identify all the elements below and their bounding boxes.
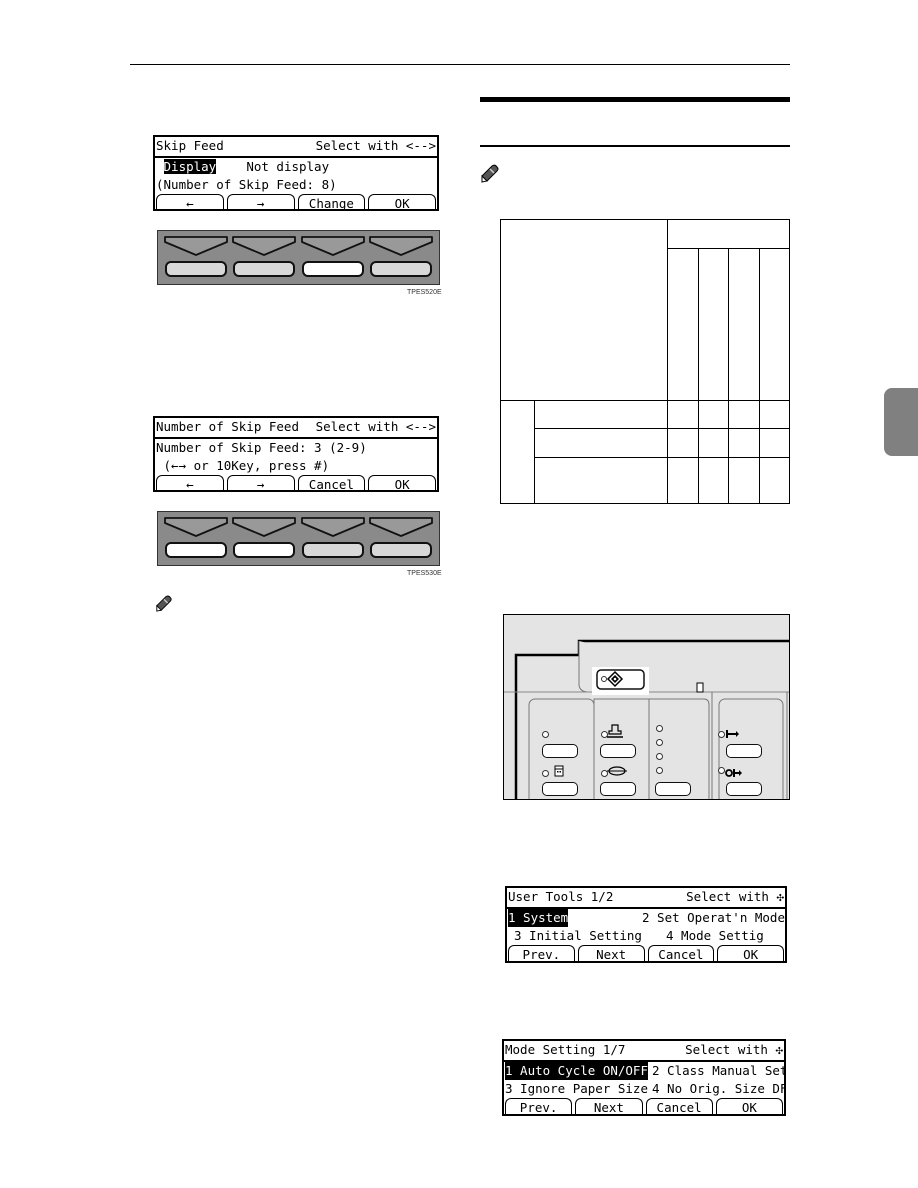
skip-feed-value: Number of Skip Feed: 3 (2-9): [156, 440, 367, 455]
selection-key-button[interactable]: [233, 261, 296, 277]
selection-key-button[interactable]: [369, 261, 432, 277]
selection-key-button[interactable]: [165, 542, 228, 558]
lcd-hint: Select with <-->: [315, 138, 436, 153]
lcd-hint: Select with: [686, 889, 769, 904]
option-display[interactable]: Display: [163, 159, 217, 174]
arrow-down-icon: [368, 236, 433, 256]
lcd-mode-setting: Mode Setting 1/7 Select with ✣ 1 Auto Cy…: [502, 1039, 786, 1116]
panel-key[interactable]: [655, 782, 691, 796]
selection-key-button[interactable]: [165, 261, 228, 277]
menu-item-mode-setting[interactable]: 4 Mode Settig: [666, 927, 764, 945]
note-pencil-icon: [481, 164, 499, 183]
scroll-key-icon: ✣: [776, 889, 784, 904]
menu-item-ignore-paper-size[interactable]: 3 Ignore Paper Size: [505, 1080, 648, 1098]
selection-key[interactable]: [164, 517, 229, 560]
menu-item-system[interactable]: 1 System: [508, 909, 569, 927]
selection-key[interactable]: [232, 236, 297, 279]
softkey-next[interactable]: Next: [575, 1098, 643, 1114]
selection-key-button[interactable]: [233, 542, 296, 558]
sort-icon: [607, 766, 627, 776]
lcd-number-of-skip-feed: Number of Skip Feed Select with <--> Num…: [153, 416, 439, 492]
entry-instructions: (←→ or 10Key, press #): [156, 458, 330, 473]
selection-key[interactable]: [368, 236, 433, 279]
section-heading-underline: [480, 145, 790, 147]
control-panel-illustration: [503, 614, 790, 800]
selection-key[interactable]: [164, 236, 229, 279]
arrow-down-icon: [164, 517, 229, 537]
softkey-prev[interactable]: Prev.: [508, 945, 575, 961]
panel-key[interactable]: [600, 782, 636, 796]
chapter-tab: [884, 388, 918, 456]
softkey-prev[interactable]: Prev.: [505, 1098, 573, 1114]
selection-key[interactable]: [300, 517, 365, 560]
arrow-down-icon: [164, 236, 229, 256]
selection-key-button[interactable]: [301, 261, 364, 277]
softkey-ok[interactable]: OK: [715, 1098, 783, 1114]
panel-key[interactable]: [726, 782, 762, 796]
menu-item-no-orig-size-df[interactable]: 4 No Orig. Size DF: [652, 1080, 784, 1098]
arrow-down-icon: [368, 517, 433, 537]
section-heading-rule: [480, 97, 790, 102]
selection-key-button[interactable]: [369, 542, 432, 558]
figure-id: TPES520E: [407, 289, 442, 296]
document-icon: [554, 765, 564, 777]
panel-key[interactable]: [542, 782, 578, 796]
softkey-left[interactable]: ←: [156, 475, 224, 490]
menu-item-auto-cycle[interactable]: 1 Auto Cycle ON/OFF: [505, 1062, 648, 1080]
softkey-right[interactable]: →: [226, 475, 295, 490]
arrow-down-icon: [232, 517, 297, 537]
menu-item-class-manual-set[interactable]: 2 Class Manual Set: [652, 1062, 784, 1080]
softkey-next[interactable]: Next: [577, 945, 645, 961]
softkey-cancel[interactable]: Cancel: [645, 1098, 713, 1114]
lcd-title: Skip Feed: [156, 138, 224, 153]
option-not-display[interactable]: Not display: [246, 159, 329, 174]
softkey-cancel[interactable]: Cancel: [647, 945, 715, 961]
panel-key[interactable]: [600, 744, 636, 758]
arrow-down-icon: [300, 517, 365, 537]
selection-key-button[interactable]: [301, 542, 364, 558]
lcd-hint: Select with: [685, 1042, 768, 1057]
lcd-title: Number of Skip Feed: [156, 419, 299, 434]
softkey-ok[interactable]: OK: [368, 475, 436, 490]
selection-key[interactable]: [232, 517, 297, 560]
selection-keys-1: [157, 230, 440, 285]
arrow-down-icon: [232, 236, 297, 256]
selection-key[interactable]: [368, 517, 433, 560]
page-header-rule: [130, 64, 790, 65]
scroll-key-icon: ✣: [775, 1042, 783, 1057]
softkey-ok[interactable]: OK: [368, 194, 436, 209]
selection-keys-2: [157, 511, 440, 566]
panel-key[interactable]: [726, 744, 762, 758]
lcd-title: User Tools 1/2: [508, 889, 614, 904]
selection-key[interactable]: [300, 236, 365, 279]
arrow-down-icon: [300, 236, 365, 256]
softkey-cancel[interactable]: Cancel: [297, 475, 366, 490]
softkey-change[interactable]: Change: [297, 194, 366, 209]
menu-item-set-operation-mode[interactable]: 2 Set Operat'n Mode: [642, 909, 785, 927]
softkey-right[interactable]: →: [226, 194, 295, 209]
softkey-left[interactable]: ←: [156, 194, 224, 209]
lcd-hint: Select with <-->: [315, 419, 436, 434]
stamp-icon: [607, 724, 623, 738]
panel-key[interactable]: [542, 744, 578, 758]
skip-feed-count: (Number of Skip Feed: 8): [156, 177, 337, 192]
start-arrow-icon: [726, 730, 739, 738]
lcd-title: Mode Setting 1/7: [505, 1042, 626, 1057]
clear-stop-icon: [725, 769, 742, 777]
menu-item-initial-setting[interactable]: 3 Initial Setting: [508, 927, 666, 945]
note-pencil-icon: [156, 595, 172, 612]
lcd-skip-feed: Skip Feed Select with <--> Display Not d…: [153, 135, 439, 211]
figure-id: TPES530E: [407, 570, 442, 577]
settings-table: [500, 219, 790, 504]
softkey-ok[interactable]: OK: [717, 945, 784, 961]
lcd-user-tools: User Tools 1/2 Select with ✣ 1 System 2 …: [505, 886, 787, 963]
